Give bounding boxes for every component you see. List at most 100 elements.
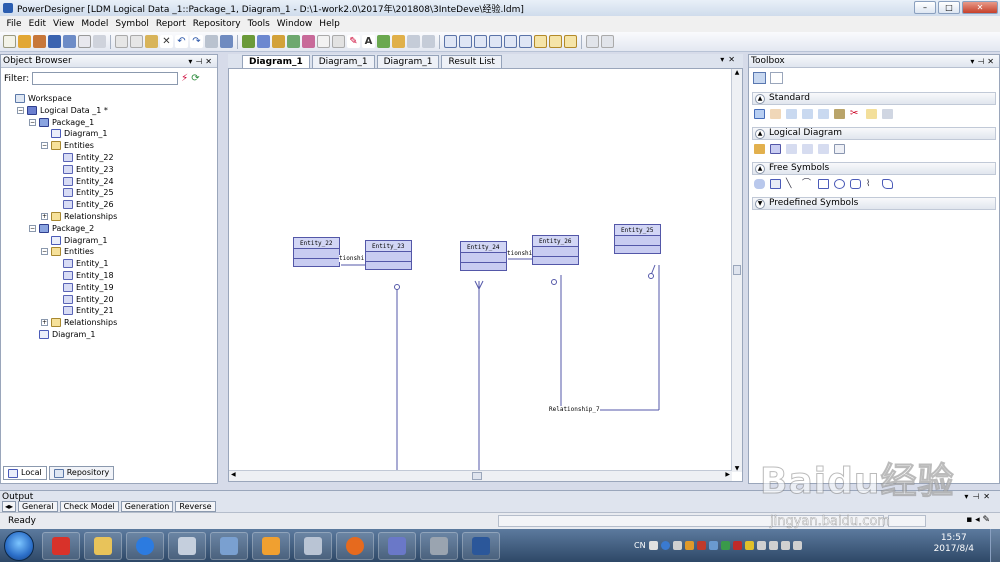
compare-icon[interactable] [302, 35, 315, 48]
close-panel-icon[interactable]: ✕ [205, 57, 215, 66]
tray-icon[interactable] [732, 541, 742, 550]
pencil-icon[interactable]: ✎ [347, 35, 360, 48]
tree-node[interactable]: + Relationships [41, 211, 117, 222]
arrange-icon[interactable] [407, 35, 420, 48]
tree-node[interactable]: Entity_21 [63, 305, 114, 316]
font-icon[interactable]: A [362, 35, 375, 48]
vertical-scrollbar[interactable]: ▲ ▼ [731, 69, 742, 472]
impact-icon[interactable] [272, 35, 285, 48]
minimize-button[interactable]: – [914, 1, 936, 14]
tree-node[interactable]: Entity_1 [63, 258, 108, 269]
scroll-right-icon[interactable]: ▶ [725, 471, 730, 478]
tree-node[interactable]: Diagram_1 [51, 235, 107, 246]
network-icon[interactable] [756, 541, 766, 550]
taskbar-app[interactable] [420, 531, 458, 560]
taskbar-app[interactable] [294, 531, 332, 560]
tray-icon[interactable] [744, 541, 754, 550]
browse-icon[interactable] [220, 35, 233, 48]
paste-icon[interactable] [145, 35, 158, 48]
tree-node[interactable]: Diagram_1 [51, 128, 107, 139]
taskbar-app[interactable] [126, 531, 164, 560]
close-button[interactable]: ✕ [962, 1, 998, 14]
text-tool-icon[interactable] [770, 179, 781, 189]
taskbar-app[interactable] [252, 531, 290, 560]
menu-view[interactable]: View [50, 19, 78, 29]
horizontal-scrollbar[interactable]: ◀ ▶ [229, 470, 732, 481]
format-icon[interactable] [392, 35, 405, 48]
tree-node[interactable]: − Entities [41, 140, 94, 151]
tree-node[interactable]: − Entities [41, 246, 94, 257]
grabber-icon[interactable] [770, 109, 781, 119]
taskbar-app[interactable] [210, 531, 248, 560]
refresh-icon[interactable]: ⟳ [191, 73, 199, 84]
fill-icon[interactable] [377, 35, 390, 48]
rounded-rectangle-tool-icon[interactable] [850, 179, 861, 189]
result-list-toggle-icon[interactable] [564, 35, 577, 48]
shield-icon[interactable] [720, 541, 730, 550]
diagram-canvas[interactable]: Entity_22 Entity_23 Entity_24 Entity_26 … [228, 68, 743, 482]
rectangle-tool-icon[interactable] [818, 179, 829, 189]
tab-general[interactable]: General [18, 501, 58, 512]
menu-tools[interactable]: Tools [244, 19, 273, 29]
tab-diagram-1-active[interactable]: Diagram_1 [242, 55, 310, 68]
taskbar-app[interactable] [378, 531, 416, 560]
object-browser-toggle-icon[interactable] [534, 35, 547, 48]
section-standard[interactable]: ▲ Standard [752, 92, 996, 105]
taskbar-app[interactable] [84, 531, 122, 560]
menu-report[interactable]: Report [152, 19, 189, 29]
menu-file[interactable]: File [3, 19, 25, 29]
rounded-rect-tool-icon[interactable] [754, 179, 765, 189]
print-preview-icon[interactable] [78, 35, 91, 48]
save-all-icon[interactable] [63, 35, 76, 48]
volume-icon[interactable] [768, 541, 778, 550]
tab-repository[interactable]: Repository [48, 466, 115, 480]
tab-reverse[interactable]: Reverse [175, 501, 216, 512]
line-tool-icon[interactable]: ╲ [786, 179, 797, 189]
save-icon[interactable] [48, 35, 61, 48]
open-project-icon[interactable] [33, 35, 46, 48]
close-document-icon[interactable]: ✕ [728, 55, 739, 64]
properties-icon[interactable] [205, 35, 218, 48]
new-icon[interactable] [3, 35, 16, 48]
tab-check-model[interactable]: Check Model [59, 501, 119, 512]
taskbar-app[interactable] [336, 531, 374, 560]
view-toolbar-icon-2[interactable] [459, 35, 472, 48]
align-icon[interactable] [422, 35, 435, 48]
pointer-icon[interactable] [754, 109, 765, 119]
tree-node[interactable]: + Relationships [41, 317, 117, 328]
tree-node[interactable]: Entity_25 [63, 187, 114, 198]
view-toolbar-icon-4[interactable] [489, 35, 502, 48]
tree-node[interactable]: Entity_18 [63, 270, 114, 281]
tray-icon[interactable] [684, 541, 694, 550]
polyline-tool-icon[interactable]: ⌇ [866, 179, 877, 189]
tree-node[interactable]: − Package_1 [29, 117, 94, 128]
open-icon[interactable] [18, 35, 31, 48]
vertical-scroll-thumb[interactable] [733, 265, 741, 275]
scroll-left-icon[interactable]: ◀ [231, 471, 236, 478]
entity-box[interactable]: Entity_23 [365, 240, 412, 270]
tree-node[interactable]: Diagram_1 [39, 329, 95, 340]
horizontal-scroll-thumb[interactable] [472, 472, 482, 480]
zoom-in-icon[interactable] [786, 109, 797, 119]
tree-node[interactable]: Entity_24 [63, 176, 114, 187]
output-tabs-scroll-left[interactable]: ◂▸ [2, 501, 17, 512]
tree-node[interactable]: − Logical Data _1 * [17, 105, 108, 116]
clear-filter-icon[interactable]: ⚡ [181, 73, 188, 84]
filter-input[interactable] [32, 72, 179, 85]
tray-icon[interactable] [708, 541, 718, 550]
package-tool-icon[interactable] [754, 144, 765, 154]
view-toolbar-icon-6[interactable] [519, 35, 532, 48]
scroll-up-icon[interactable]: ▲ [732, 69, 742, 76]
tree-node[interactable]: Workspace [15, 93, 72, 104]
entity-tool-icon[interactable] [770, 144, 781, 154]
collapse-icon[interactable]: − [17, 106, 24, 114]
check-model-icon[interactable] [242, 35, 255, 48]
generate-icon[interactable] [257, 35, 270, 48]
entity-box[interactable]: Entity_25 [614, 224, 661, 254]
collapse-icon[interactable]: − [29, 118, 36, 126]
relationship-tool-icon[interactable] [786, 144, 797, 154]
scissors-icon[interactable]: ✂ [850, 109, 861, 119]
tree-node[interactable]: − Package_2 [29, 223, 94, 234]
ellipse-tool-icon[interactable] [834, 179, 845, 189]
start-button[interactable] [4, 530, 34, 561]
